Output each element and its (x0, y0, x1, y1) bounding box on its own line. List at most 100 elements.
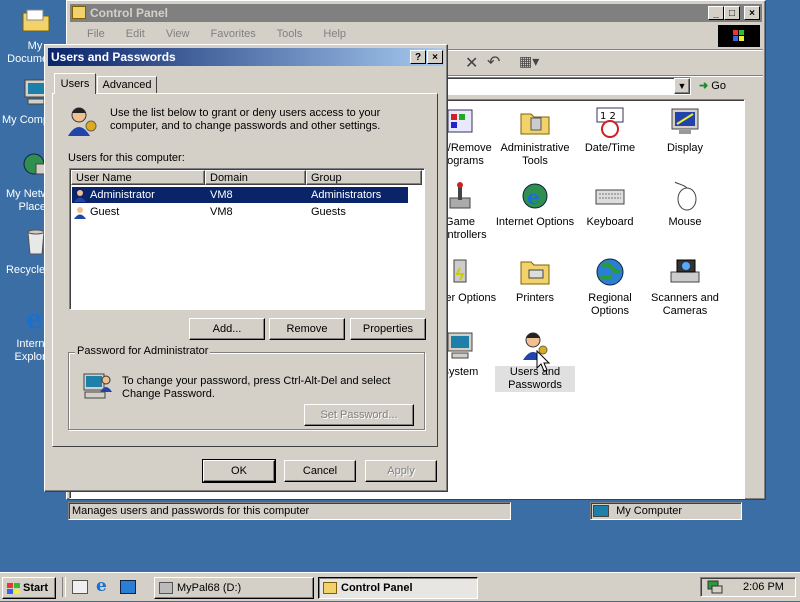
user-icon (73, 188, 87, 202)
printers-item[interactable]: Printers (495, 256, 575, 305)
date-time-item[interactable]: 1 2 Date/Time (570, 106, 650, 155)
network-tray-icon[interactable] (707, 580, 723, 597)
regional-options-icon (594, 256, 626, 288)
user-icon (73, 205, 87, 219)
add-remove-programs-icon (444, 106, 476, 138)
svg-text:e: e (527, 185, 540, 209)
close-button[interactable]: × (744, 6, 760, 20)
user-group: Guests (311, 206, 346, 218)
remove-user-button[interactable]: Remove (269, 318, 345, 340)
password-instructions: To change your password, press Ctrl-Alt-… (122, 375, 391, 400)
tab-advanced[interactable]: Advanced (97, 76, 157, 94)
cp-item-label: Regional Options (588, 292, 632, 317)
maximize-button[interactable]: □ (724, 6, 740, 20)
delete-icon[interactable]: ✕ (465, 53, 478, 73)
tab-users[interactable]: Users (54, 73, 96, 94)
cancel-button[interactable]: Cancel (284, 460, 356, 482)
password-group-label: Password for Administrator (75, 345, 211, 357)
go-button[interactable]: ➜ Go (699, 77, 739, 95)
status-bar-text: Manages users and passwords for this com… (68, 502, 511, 520)
menu-file[interactable]: File (87, 28, 105, 40)
tab-panel: Use the list below to grant or deny user… (52, 93, 438, 447)
views-icon[interactable]: ▦▾ (519, 53, 539, 70)
mouse-item[interactable]: Mouse (645, 180, 725, 229)
go-label: Go (711, 80, 726, 92)
display-item[interactable]: Display (645, 106, 725, 155)
display-icon (669, 106, 701, 138)
system-icon (444, 330, 476, 362)
start-label: Start (23, 582, 49, 594)
go-arrow-icon: ➜ (699, 80, 709, 92)
user-group: Administrators (311, 189, 382, 201)
dialog-titlebar[interactable]: Users and Passwords ? × (48, 48, 444, 66)
column-user-name[interactable]: User Name (71, 170, 205, 185)
add-user-button[interactable]: Add... (189, 318, 265, 340)
properties-button[interactable]: Properties (350, 318, 426, 340)
folder-icon (323, 582, 337, 594)
help-button[interactable]: ? (410, 50, 426, 64)
user-domain: VM8 (210, 206, 233, 218)
ok-button[interactable]: OK (202, 459, 276, 483)
power-options-icon (444, 256, 476, 288)
mouse-cursor-icon (536, 349, 552, 377)
close-button[interactable]: × (427, 50, 443, 64)
set-password-button[interactable]: Set Password... (304, 404, 414, 426)
regional-options-item[interactable]: Regional Options (570, 256, 650, 318)
cp-item-label: Mouse (668, 216, 702, 228)
dialog-title: Users and Passwords (51, 50, 176, 64)
menu-favorites[interactable]: Favorites (211, 28, 256, 40)
outlook-express-icon[interactable] (120, 580, 136, 594)
column-group[interactable]: Group (306, 170, 422, 185)
start-button[interactable]: Start (2, 577, 56, 599)
undo-icon[interactable]: ↶ (487, 52, 500, 72)
task-label: Control Panel (341, 582, 413, 594)
minimize-button[interactable]: _ (708, 6, 724, 20)
keyboard-item[interactable]: Keyboard (570, 180, 650, 229)
task-mypal[interactable]: MyPal68 (D:) (154, 577, 314, 599)
keyboard-icon (594, 180, 626, 212)
svg-text:e: e (26, 305, 43, 332)
menu-edit[interactable]: Edit (126, 28, 145, 40)
table-row[interactable]: Guest VM8 Guests (72, 204, 408, 220)
users-list-label: Users for this computer: (68, 152, 185, 164)
column-domain[interactable]: Domain (205, 170, 306, 185)
windows-flag-icon (7, 582, 21, 602)
cp-item-label: Date/Time (584, 142, 636, 154)
menu-help[interactable]: Help (323, 28, 346, 40)
clock[interactable]: 2:06 PM (743, 581, 784, 593)
date-time-icon: 1 2 (594, 106, 626, 138)
users-list[interactable]: User Name Domain Group Administrator VM8… (69, 168, 425, 310)
cp-item-label: Users and Passwords (495, 366, 575, 392)
task-label: MyPal68 (D:) (177, 582, 242, 594)
system-tray: 2:06 PM (700, 577, 796, 597)
cp-item-label: Keyboard (586, 216, 634, 228)
taskbar: Start e MyPal68 (D:) Control Panel 2:06 … (0, 572, 800, 601)
user-domain: VM8 (210, 189, 233, 201)
administrative-tools-item[interactable]: Administrative Tools (495, 106, 575, 168)
game-controllers-icon (444, 180, 476, 212)
window-title: Control Panel (90, 6, 169, 20)
users-passwords-item[interactable]: Users and Passwords (495, 330, 575, 392)
apply-button[interactable]: Apply (365, 460, 437, 482)
mouse-icon (669, 180, 701, 212)
users-icon (65, 104, 99, 141)
internet-options-item[interactable]: e Internet Options (495, 180, 575, 229)
computer-user-icon (82, 370, 114, 405)
user-name: Guest (90, 206, 120, 218)
ie-icon[interactable]: e (96, 576, 107, 596)
quick-launch-divider (62, 577, 66, 597)
menu-tools[interactable]: Tools (277, 28, 303, 40)
menu-view[interactable]: View (166, 28, 190, 40)
control-panel-titlebar[interactable]: Control Panel _ □ × (70, 4, 762, 22)
user-name: Administrator (90, 189, 155, 201)
table-row[interactable]: Administrator VM8 Administrators (72, 187, 408, 203)
scanners-cameras-item[interactable]: Scanners and Cameras (645, 256, 725, 318)
internet-options-icon: e (519, 180, 551, 212)
windows-logo-icon (718, 25, 760, 47)
show-desktop-icon[interactable] (72, 580, 88, 594)
computer-icon (593, 505, 609, 518)
chevron-down-icon[interactable]: ▼ (674, 78, 690, 94)
task-control-panel[interactable]: Control Panel (318, 577, 478, 599)
cp-item-label: Administrative Tools (500, 142, 570, 167)
address-dropdown[interactable]: ▼ (439, 77, 691, 95)
